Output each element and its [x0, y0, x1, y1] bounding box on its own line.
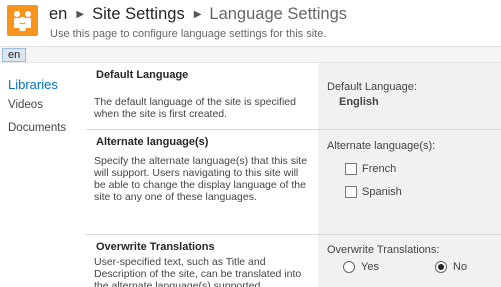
section-description-panel: Overwrite Translations User-specified te…	[86, 235, 318, 287]
nav-item-documents[interactable]: Documents	[8, 122, 66, 134]
field-label: Overwrite Translations:	[327, 244, 440, 256]
breadcrumb-site-settings-link[interactable]: Site Settings	[92, 5, 185, 24]
breadcrumb-arrow-icon: ▶	[193, 8, 202, 20]
section-title: Alternate language(s)	[96, 136, 209, 148]
site-logo-icon[interactable]	[7, 5, 38, 36]
section-field-panel: Alternate language(s): French Spanish	[318, 130, 501, 235]
nav-item-videos[interactable]: Videos	[8, 99, 43, 111]
section-description-panel: Default Language The default language of…	[86, 63, 318, 130]
french-option: French	[345, 163, 396, 175]
quick-launch-nav: Libraries Videos Documents	[0, 63, 86, 287]
page-header: en ▶ Site Settings ▶ Language Settings U…	[0, 0, 501, 46]
spanish-option: Spanish	[345, 186, 402, 198]
nav-item-libraries[interactable]: Libraries	[8, 77, 58, 92]
breadcrumb: en ▶ Site Settings ▶ Language Settings	[49, 3, 347, 25]
field-label: Default Language:	[327, 81, 417, 93]
alternate-languages-section: Alternate language(s) Specify the altern…	[86, 130, 501, 235]
page-title: Language Settings	[209, 4, 348, 23]
section-description: Specify the alternate language(s) that t…	[94, 155, 308, 203]
checkbox-label: Spanish	[362, 186, 402, 198]
radio-label: Yes	[361, 261, 379, 273]
no-radio[interactable]	[435, 261, 447, 273]
breadcrumb-arrow-icon: ▶	[76, 8, 85, 20]
breadcrumb-site-link[interactable]: en	[49, 5, 67, 24]
yes-radio[interactable]	[343, 261, 355, 273]
language-bar: en	[0, 46, 501, 63]
language-tab-en[interactable]: en	[2, 48, 27, 62]
default-language-section: Default Language The default language of…	[86, 63, 501, 130]
field-label: Alternate language(s):	[327, 140, 436, 152]
section-description: The default language of the site is spec…	[94, 96, 296, 120]
default-language-value: English	[339, 96, 379, 108]
page-description: Use this page to configure language sett…	[50, 28, 327, 40]
section-title: Overwrite Translations	[96, 241, 215, 253]
section-field-panel: Default Language: English	[318, 63, 501, 130]
radio-label: No	[453, 261, 468, 273]
spanish-checkbox[interactable]	[345, 186, 357, 198]
french-checkbox[interactable]	[345, 163, 357, 175]
section-field-panel: Overwrite Translations: Yes No	[318, 235, 501, 287]
overwrite-translations-section: Overwrite Translations User-specified te…	[86, 235, 501, 287]
overwrite-no-option: No	[435, 261, 467, 273]
section-description: User-specified text, such as Title and D…	[94, 256, 302, 287]
settings-content: Default Language The default language of…	[86, 63, 501, 287]
overwrite-yes-option: Yes	[343, 261, 379, 273]
section-title: Default Language	[96, 69, 189, 81]
section-description-panel: Alternate language(s) Specify the altern…	[86, 130, 318, 235]
checkbox-label: French	[362, 163, 397, 175]
